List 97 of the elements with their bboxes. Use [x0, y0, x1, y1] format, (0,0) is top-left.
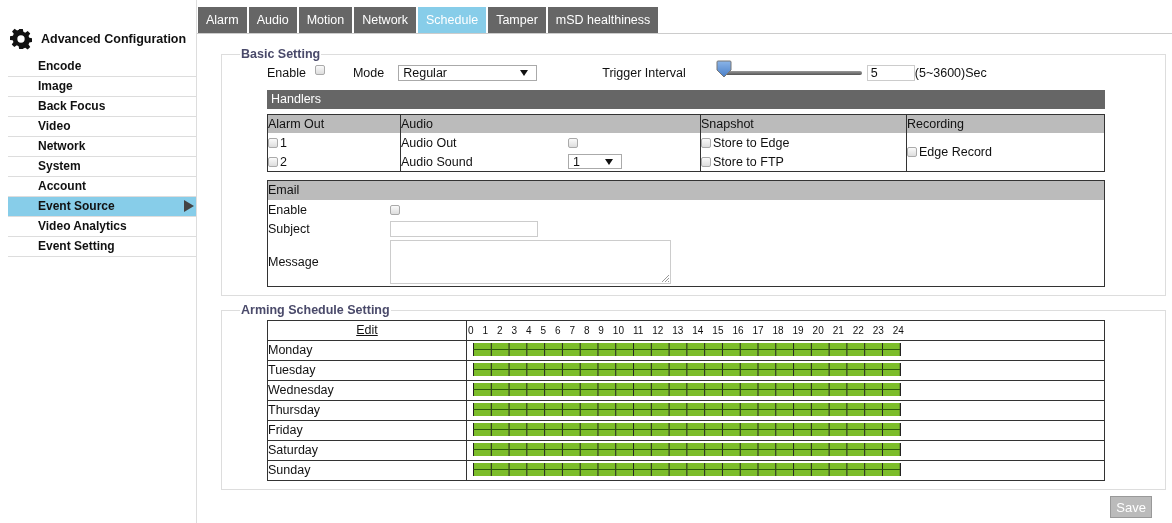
- column-header: Alarm Out: [268, 115, 400, 133]
- sidebar-item[interactable]: Video: [8, 117, 196, 137]
- sidebar-item[interactable]: Video Analytics: [8, 217, 196, 237]
- mode-label: Mode: [352, 66, 385, 80]
- hour-label: 14: [692, 325, 704, 336]
- tab[interactable]: Motion: [298, 7, 353, 33]
- checkbox[interactable]: [390, 204, 400, 215]
- hour-label: 17: [752, 325, 764, 336]
- interval-field[interactable]: 5: [866, 65, 915, 81]
- column-header: Snapshot: [701, 115, 906, 133]
- hour-label: 10: [612, 325, 624, 336]
- tab[interactable]: mSD healthiness: [547, 7, 659, 33]
- day-label: Tuesday: [268, 363, 316, 377]
- trigger-interval-label: Trigger Interval: [602, 66, 686, 80]
- checkbox[interactable]: [268, 137, 278, 148]
- option-label: Store to FTP: [713, 154, 784, 169]
- schedule-bar[interactable]: [473, 363, 901, 376]
- audio-sound-label: Audio Sound: [401, 154, 474, 169]
- range-hint: (5~3600)Sec: [914, 66, 987, 80]
- caret-icon: [605, 158, 613, 165]
- hour-label: 13: [672, 325, 684, 336]
- mode-dropdown[interactable]: Regular: [398, 65, 538, 81]
- subject-label: Subject: [268, 221, 311, 236]
- enable-label: Enable: [267, 66, 306, 80]
- section-title: Arming Schedule Setting: [240, 303, 391, 317]
- schedule-bar[interactable]: [473, 383, 901, 396]
- hour-label: 22: [852, 325, 864, 336]
- hour-label: 16: [732, 325, 744, 336]
- settings-icon: [10, 28, 32, 50]
- hour-label: 1: [482, 325, 489, 336]
- option-label: Store to Edge: [713, 135, 790, 150]
- schedule-bar[interactable]: [473, 403, 901, 416]
- hour-label: 6: [554, 325, 561, 336]
- hour-label: 24: [892, 325, 904, 336]
- checkbox[interactable]: [701, 137, 711, 148]
- hour-label: 11: [632, 325, 644, 336]
- hour-label: 23: [872, 325, 884, 336]
- hour-label: 3: [511, 325, 517, 336]
- tab[interactable]: Tamper: [488, 7, 546, 33]
- message-field[interactable]: [390, 240, 671, 284]
- column-header: Audio: [401, 115, 700, 133]
- option-label: 1: [280, 135, 287, 150]
- sidebar-item[interactable]: Back Focus: [8, 97, 196, 117]
- sound-dropdown[interactable]: 1: [568, 154, 622, 169]
- hour-label: 8: [583, 325, 590, 336]
- hour-label: 12: [652, 325, 664, 336]
- caret-icon: [520, 70, 529, 76]
- sidebar-item[interactable]: System: [8, 157, 196, 177]
- sidebar-item[interactable]: Event Setting: [8, 237, 196, 257]
- sidebar-item[interactable]: Image: [8, 77, 196, 97]
- hour-label: 18: [772, 325, 784, 336]
- column-header: Recording: [907, 115, 1104, 133]
- hour-label: 2: [496, 325, 503, 336]
- sidebar-item[interactable]: Encode: [8, 57, 196, 77]
- sidebar-item[interactable]: Network: [8, 137, 196, 157]
- section-header: Email: [268, 181, 1104, 200]
- hour-label: 7: [569, 325, 575, 336]
- hour-label: 15: [712, 325, 724, 336]
- option-label: 2: [280, 154, 287, 169]
- schedule-bar[interactable]: [473, 343, 901, 356]
- hour-label: 21: [832, 325, 844, 336]
- enable-label: Enable: [268, 202, 308, 217]
- day-label: Sunday: [268, 463, 311, 477]
- subject-field[interactable]: [390, 220, 538, 237]
- hour-label: 4: [525, 325, 532, 336]
- tab[interactable]: Audio: [248, 7, 297, 33]
- hour-label: 20: [812, 325, 824, 336]
- audio-out-label: Audio Out: [401, 135, 458, 150]
- day-label: Thursday: [268, 403, 321, 417]
- checkbox[interactable]: [314, 65, 325, 75]
- hour-label: 9: [598, 325, 604, 336]
- tab[interactable]: Network: [354, 7, 416, 33]
- arrow-icon: [184, 200, 194, 212]
- resize-grip-icon[interactable]: [661, 274, 669, 282]
- checkbox[interactable]: [701, 156, 711, 167]
- hour-label: 19: [792, 325, 804, 336]
- day-label: Saturday: [268, 443, 319, 457]
- slider-handle[interactable]: [715, 60, 732, 78]
- edit-link[interactable]: Edit: [356, 323, 378, 337]
- message-label: Message: [268, 255, 320, 269]
- hour-label: 0: [468, 325, 474, 336]
- schedule-bar[interactable]: [473, 463, 901, 476]
- day-label: Wednesday: [268, 383, 334, 397]
- checkbox[interactable]: [907, 147, 917, 157]
- day-label: Friday: [268, 423, 303, 437]
- tab[interactable]: Alarm: [198, 7, 247, 33]
- checkbox[interactable]: [268, 156, 278, 167]
- day-label: Monday: [268, 343, 313, 357]
- checkbox[interactable]: [568, 137, 578, 148]
- sidebar-item[interactable]: Event Source: [8, 197, 196, 217]
- schedule-bar[interactable]: [473, 423, 901, 436]
- option-label: Edge Record: [919, 145, 992, 159]
- sidebar-title: Advanced Configuration: [41, 32, 187, 46]
- handlers-header: Handlers: [267, 90, 1105, 109]
- hour-label: 5: [540, 325, 546, 336]
- section-title: Basic Setting: [240, 47, 322, 61]
- schedule-bar[interactable]: [473, 443, 901, 456]
